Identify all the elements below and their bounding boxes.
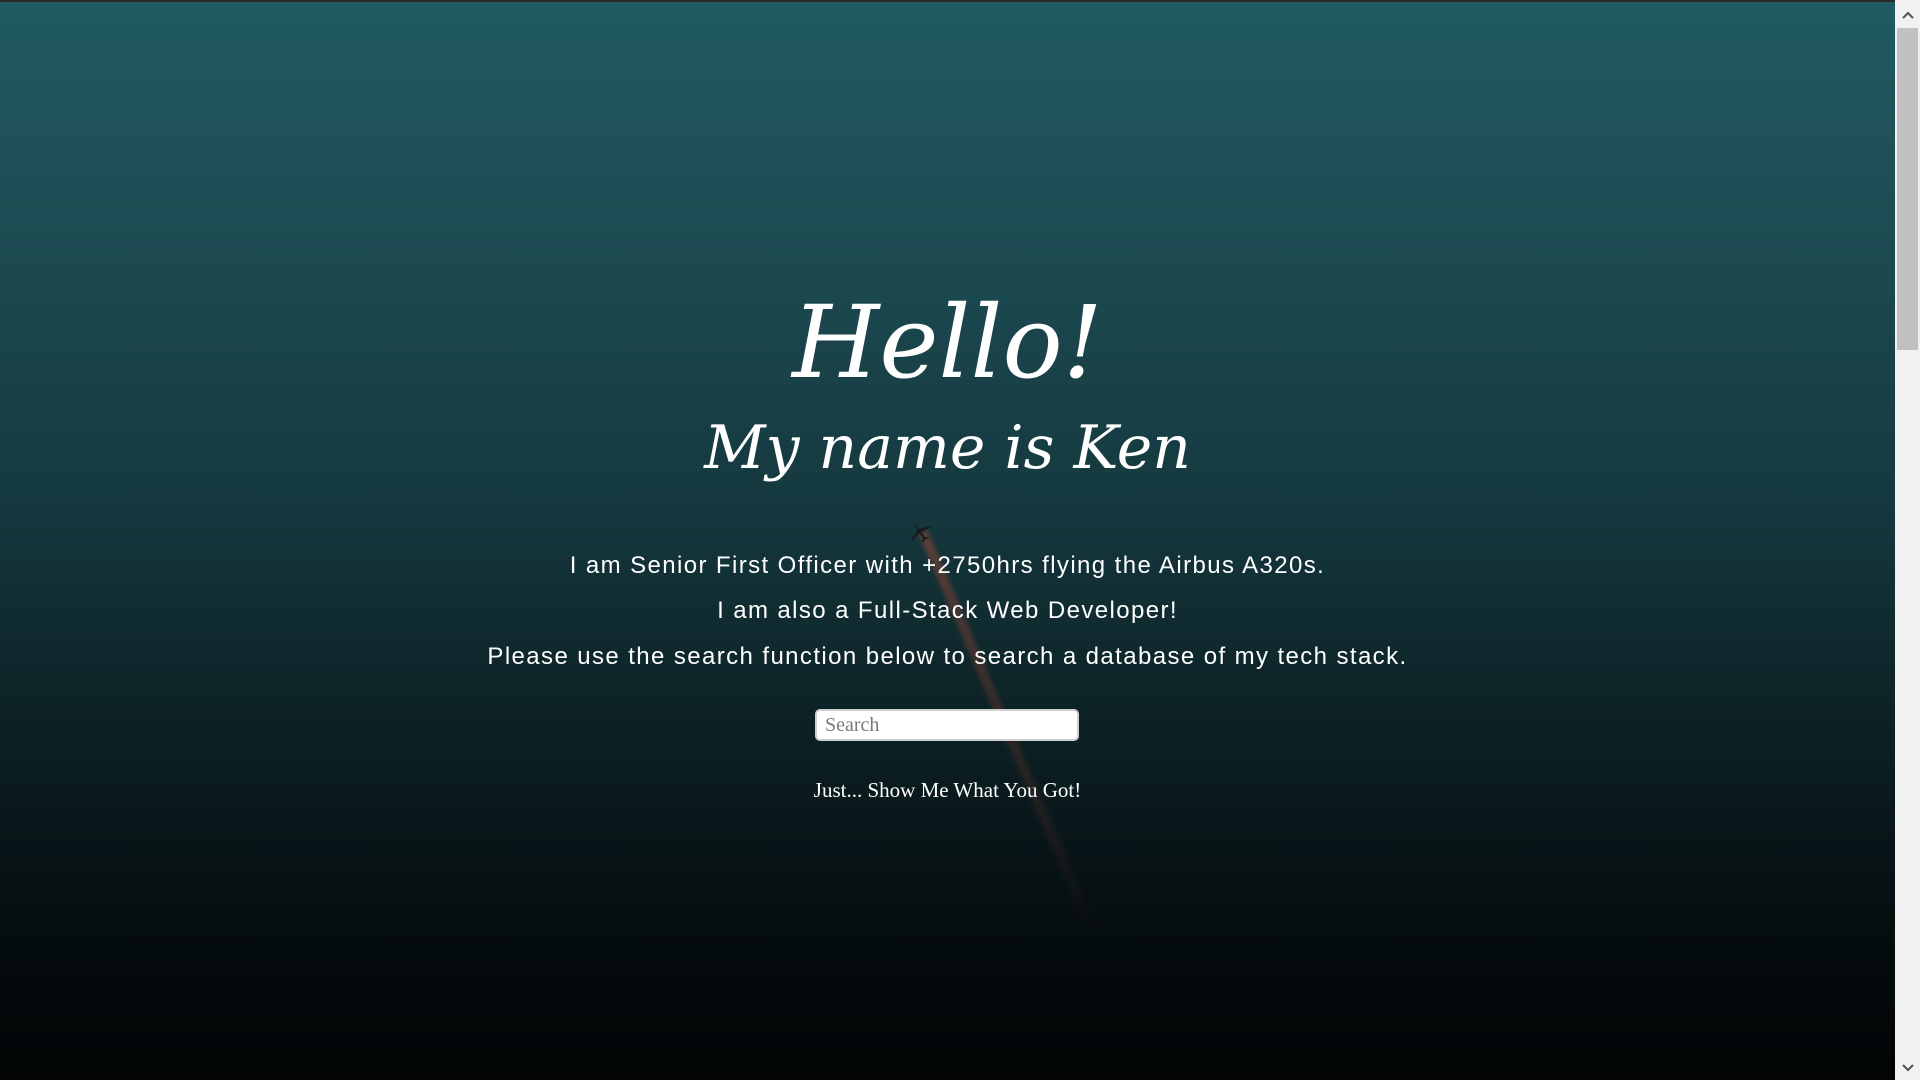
search-input[interactable]: [815, 709, 1079, 741]
airplane-icon: [911, 522, 931, 543]
intro-paragraph-search-hint: Please use the search function below to …: [487, 643, 1408, 670]
name-heading: My name is Ken: [704, 413, 1191, 483]
scroll-up-button[interactable]: [1895, 2, 1920, 27]
intro-paragraph-pilot: I am Senior First Officer with +2750hrs …: [569, 552, 1326, 579]
greeting-heading: Hello!: [792, 284, 1103, 401]
chevron-up-icon: [1901, 11, 1914, 19]
show-all-link[interactable]: Just... Show Me What You Got!: [0, 777, 1895, 803]
scroll-thumb[interactable]: [1897, 28, 1918, 350]
hero-background: [0, 2, 1895, 1080]
scroll-down-button[interactable]: [1895, 1055, 1920, 1080]
chevron-down-icon: [1901, 1063, 1914, 1071]
intro-paragraph-developer: I am also a Full-Stack Web Developer!: [717, 597, 1178, 624]
vertical-scrollbar[interactable]: [1895, 0, 1920, 1080]
